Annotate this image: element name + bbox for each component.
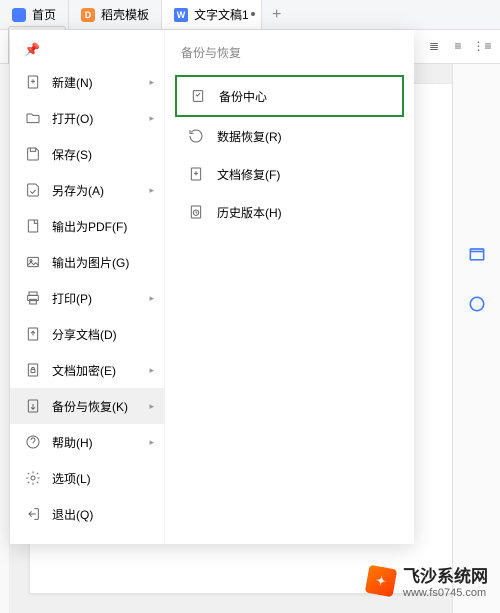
menu-item-new[interactable]: 新建(N) ▸ [10, 64, 164, 100]
submenu-label: 数据恢复(R) [217, 128, 282, 145]
home-icon [12, 8, 26, 22]
tab-document[interactable]: W 文字文稿1 [162, 0, 262, 29]
menu-item-exit[interactable]: 退出(Q) [10, 496, 164, 532]
menu-item-export-pdf[interactable]: 输出为PDF(F) [10, 208, 164, 244]
menu-label: 打印(P) [52, 290, 92, 307]
save-as-icon [24, 181, 42, 199]
submenu-label: 历史版本(H) [217, 204, 282, 221]
menu-item-export-image[interactable]: 输出为图片(G) [10, 244, 164, 280]
submenu-title: 备份与恢复 [175, 44, 404, 61]
menu-label: 输出为PDF(F) [52, 218, 127, 235]
gear-icon [24, 469, 42, 487]
menu-label: 输出为图片(G) [52, 254, 129, 271]
recover-icon [187, 127, 205, 145]
menu-item-options[interactable]: 选项(L) [10, 460, 164, 496]
watermark-text: 飞沙系统网 www.fs0745.com [403, 562, 488, 599]
submenu-label: 备份中心 [219, 88, 267, 105]
chevron-right-icon: ▸ [149, 401, 154, 412]
tab-label: 稻壳模板 [101, 6, 149, 23]
menu-label: 备份与恢复(K) [52, 398, 128, 415]
menu-item-save[interactable]: 保存(S) [10, 136, 164, 172]
templates-icon: D [81, 8, 95, 22]
chevron-right-icon: ▸ [149, 77, 154, 88]
backup-center-icon [189, 87, 207, 105]
submenu-item-doc-repair[interactable]: 文档修复(F) [175, 155, 404, 193]
menu-item-backup[interactable]: 备份与恢复(K) ▸ [10, 388, 164, 424]
menu-label: 打开(O) [52, 110, 93, 127]
menu-item-help[interactable]: 帮助(H) ▸ [10, 424, 164, 460]
share-icon [24, 325, 42, 343]
menu-label: 保存(S) [52, 146, 92, 163]
submenu-item-history[interactable]: 历史版本(H) [175, 193, 404, 231]
main-area: 📌 新建(N) ▸ 打开(O) ▸ 保存(S) 另存为(A) ▸ [0, 64, 500, 613]
pdf-icon [24, 217, 42, 235]
image-icon [24, 253, 42, 271]
submenu-label: 文档修复(F) [217, 166, 280, 183]
history-icon [187, 203, 205, 221]
print-icon [24, 289, 42, 307]
backup-icon [24, 397, 42, 415]
tab-label: 文字文稿1 [194, 6, 249, 23]
align-right-icon[interactable]: ≡ [448, 38, 468, 54]
chevron-right-icon: ▸ [149, 437, 154, 448]
menu-label: 分享文档(D) [52, 326, 117, 343]
align-center-icon[interactable]: ≣ [424, 38, 444, 54]
repair-icon [187, 165, 205, 183]
folder-open-icon [24, 109, 42, 127]
new-file-icon [24, 73, 42, 91]
help-icon [24, 433, 42, 451]
list-icon[interactable]: ⋮≡ [472, 38, 492, 54]
folder-panel-icon[interactable] [467, 244, 487, 264]
menu-label: 选项(L) [52, 470, 91, 487]
file-menu-flyout: 📌 新建(N) ▸ 打开(O) ▸ 保存(S) 另存为(A) ▸ [10, 30, 414, 544]
menu-label: 新建(N) [52, 74, 93, 91]
lock-icon [24, 361, 42, 379]
menu-item-encrypt[interactable]: 文档加密(E) ▸ [10, 352, 164, 388]
file-menu-list: 📌 新建(N) ▸ 打开(O) ▸ 保存(S) 另存为(A) ▸ [10, 30, 165, 544]
right-side-panel [452, 64, 500, 613]
tab-templates[interactable]: D 稻壳模板 [69, 0, 162, 29]
left-gutter [0, 64, 10, 613]
menu-label: 文档加密(E) [52, 362, 116, 379]
pin-icon[interactable]: 📌 [10, 42, 164, 64]
submenu-item-data-recover[interactable]: 数据恢复(R) [175, 117, 404, 155]
settings-panel-icon[interactable] [467, 294, 487, 314]
modified-indicator [251, 12, 255, 16]
menu-label: 帮助(H) [52, 434, 93, 451]
chevron-right-icon: ▸ [149, 185, 154, 196]
watermark-url: www.fs0745.com [403, 587, 488, 599]
watermark-title: 飞沙系统网 [403, 562, 488, 587]
tab-home[interactable]: 首页 [0, 0, 69, 29]
tab-label: 首页 [32, 6, 56, 23]
watermark-logo-icon: ✦ [365, 564, 397, 596]
menu-item-print[interactable]: 打印(P) ▸ [10, 280, 164, 316]
backup-submenu: 备份与恢复 备份中心 数据恢复(R) 文档修复(F) 历史版本(H) [165, 30, 414, 544]
menu-item-open[interactable]: 打开(O) ▸ [10, 100, 164, 136]
chevron-right-icon: ▸ [149, 365, 154, 376]
word-doc-icon: W [174, 8, 188, 22]
chevron-right-icon: ▸ [149, 113, 154, 124]
menu-item-saveas[interactable]: 另存为(A) ▸ [10, 172, 164, 208]
menu-item-share[interactable]: 分享文档(D) [10, 316, 164, 352]
save-icon [24, 145, 42, 163]
chevron-right-icon: ▸ [149, 293, 154, 304]
menu-label: 另存为(A) [52, 182, 104, 199]
menu-label: 退出(Q) [52, 506, 93, 523]
watermark: ✦ 飞沙系统网 www.fs0745.com [367, 562, 488, 599]
submenu-item-backup-center[interactable]: 备份中心 [175, 75, 404, 117]
exit-icon [24, 505, 42, 523]
